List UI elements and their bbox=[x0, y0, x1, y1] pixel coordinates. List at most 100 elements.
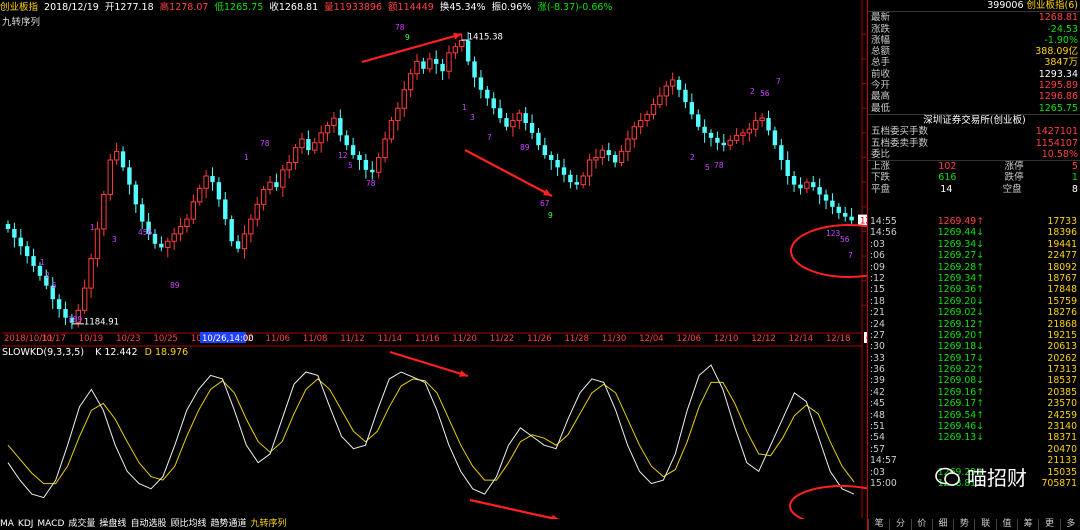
candle-body bbox=[549, 155, 554, 160]
indicator-tab[interactable]: 九转序列 bbox=[250, 519, 286, 529]
breadth-value: 616 bbox=[938, 172, 957, 184]
tick-time: 14:55 bbox=[870, 216, 897, 227]
breadth-row: 上涨 102 涨停 5 bbox=[868, 161, 1080, 172]
quote-row-label: 最低 bbox=[871, 102, 891, 114]
market-breadth: 上涨 102 涨停 5 下跌 616 跌停 1 平盘 14 空盘 8 bbox=[868, 160, 1080, 195]
tick-time: 15:00 bbox=[870, 477, 897, 489]
tick-time: :45 bbox=[870, 398, 885, 410]
tick-time: :57 bbox=[870, 443, 885, 455]
candle-body bbox=[804, 181, 810, 189]
panel-tab[interactable]: 值 bbox=[995, 519, 1017, 530]
amount-value: 额114449 bbox=[388, 2, 434, 13]
tick-time: :30 bbox=[870, 341, 885, 353]
tick-volume: 18767 bbox=[1047, 272, 1077, 284]
quote-header: 创业板指 2018/12/19 开1277.18 高1278.07 低1265.… bbox=[0, 2, 615, 14]
candle-body bbox=[280, 169, 286, 188]
panel-tab[interactable]: 筹 bbox=[1017, 519, 1038, 530]
tick-volume: 18371 bbox=[1047, 432, 1077, 444]
candle-body bbox=[127, 167, 132, 185]
panel-tab[interactable]: 联 bbox=[974, 519, 995, 530]
candle-body bbox=[504, 118, 509, 127]
panel-tab[interactable]: 更 bbox=[1038, 519, 1059, 530]
candle-body bbox=[452, 46, 459, 54]
candle-body bbox=[94, 228, 101, 260]
tick-price: 1269.13↓ bbox=[937, 432, 984, 444]
quote-row-value: 1293.34 bbox=[1038, 68, 1078, 80]
annotation-arrow-down bbox=[464, 149, 553, 197]
candle-body bbox=[485, 89, 490, 99]
candle-body bbox=[407, 73, 414, 91]
candle-body bbox=[586, 159, 593, 177]
book-row-label: 五档委卖手数 bbox=[871, 137, 929, 149]
candle-body bbox=[375, 157, 382, 173]
panel-tab[interactable]: 多 bbox=[1059, 519, 1080, 530]
quote-row: 前收 1293.34 bbox=[868, 69, 1080, 80]
indicator-tab[interactable]: 自动选股 bbox=[130, 519, 166, 529]
indicator-tab[interactable]: 顾比均线 bbox=[170, 519, 206, 529]
tick-row: :33 1269.17↓ 20262 bbox=[868, 353, 1080, 364]
panel-tab[interactable]: 价 bbox=[910, 519, 932, 530]
indicator-tab-bar: MA KDJ MACD 成交量 操盘线 自动选股 顾比均线 趋势通道 九转序列 bbox=[0, 519, 867, 530]
kline-chart[interactable]: 1420.001400.001380.001360.001340.001320.… bbox=[0, 0, 908, 527]
volume-value: 量11933896 bbox=[324, 2, 383, 13]
candle-body bbox=[171, 233, 177, 242]
breadth-label: 跌停 bbox=[1004, 172, 1024, 184]
date-axis-label: 11/22 bbox=[490, 334, 515, 344]
indicator-tab[interactable]: MA bbox=[0, 519, 14, 529]
tick-price: 1269.02↓ bbox=[937, 307, 984, 319]
exchange-text: 深圳证券交易所(创业板) bbox=[923, 114, 1026, 126]
td-sequence-count: 7 bbox=[487, 133, 492, 142]
candle-body bbox=[638, 120, 644, 128]
kd-legend: SLOWKD(9,3,3,5) K 12.442 D 18.976 bbox=[2, 347, 188, 358]
tick-price: 1269.34↓ bbox=[937, 238, 984, 250]
book-row-label: 五档委买手数 bbox=[871, 126, 929, 138]
panel-tab[interactable]: 势 bbox=[953, 519, 974, 530]
tick-row: :36 1269.22↑ 17313 bbox=[868, 364, 1080, 375]
quote-row-label: 最新 bbox=[871, 12, 891, 24]
tick-time: :06 bbox=[870, 250, 885, 262]
td-sequence-count: 1 bbox=[90, 223, 95, 232]
exchange-label: 深圳证券交易所(创业板) bbox=[868, 113, 1080, 126]
turnover-value: 换45.34% bbox=[439, 2, 486, 13]
tick-table[interactable]: 14:55 1269.49↑ 17733 14:56 1269.44↓ 18396:03 1… bbox=[868, 216, 1080, 489]
candle-body bbox=[689, 102, 695, 115]
candle-body bbox=[107, 159, 113, 195]
chart-area[interactable]: 1420.001400.001380.001360.001340.001320.… bbox=[0, 0, 908, 527]
candle-body bbox=[31, 256, 36, 266]
candle-body bbox=[510, 120, 516, 128]
candle-body bbox=[657, 95, 663, 106]
candle-body bbox=[472, 61, 477, 78]
candle-body bbox=[401, 89, 407, 109]
indicator-tab[interactable]: 趋势通道 bbox=[210, 519, 246, 529]
indicator-tab[interactable]: 成交量 bbox=[68, 519, 95, 529]
quote-row-value: 1265.75 bbox=[1038, 102, 1078, 114]
td-sequence-count: 78 bbox=[395, 23, 405, 32]
panel-tab[interactable]: 笔 bbox=[868, 519, 889, 530]
candle-body bbox=[580, 175, 586, 186]
tick-volume: 24259 bbox=[1047, 409, 1077, 421]
candle-body bbox=[696, 114, 701, 127]
candle-body bbox=[836, 206, 842, 213]
panel-tab[interactable]: 细 bbox=[931, 519, 953, 530]
candle-body bbox=[241, 233, 248, 250]
panel-tab[interactable]: 分 bbox=[889, 519, 910, 530]
candle-body bbox=[292, 147, 299, 163]
tick-row: :54 1269.13↓ 18371 bbox=[868, 432, 1080, 443]
candle-body bbox=[190, 201, 197, 220]
td-sequence-count: 78 bbox=[366, 179, 376, 188]
indicator-tab[interactable]: MACD bbox=[37, 519, 64, 529]
tick-time: 14:57 bbox=[870, 455, 897, 467]
quote-row: 最低 1265.75 bbox=[868, 103, 1080, 114]
td-sequence-count: 56 bbox=[760, 89, 770, 98]
quote-row-label: 涨幅 bbox=[871, 34, 891, 46]
tick-price: 1269.54↑ bbox=[937, 409, 984, 421]
candle-body bbox=[817, 187, 822, 195]
breadth-label: 空盘 bbox=[1002, 183, 1022, 195]
candle-body bbox=[318, 132, 324, 144]
annotation-arrow-up-head bbox=[453, 32, 462, 40]
candle-body bbox=[56, 299, 62, 310]
candle-body bbox=[306, 139, 311, 151]
indicator-tab[interactable]: KDJ bbox=[18, 519, 34, 529]
indicator-tab[interactable]: 操盘线 bbox=[99, 519, 126, 529]
kd-d-line bbox=[7, 378, 855, 485]
